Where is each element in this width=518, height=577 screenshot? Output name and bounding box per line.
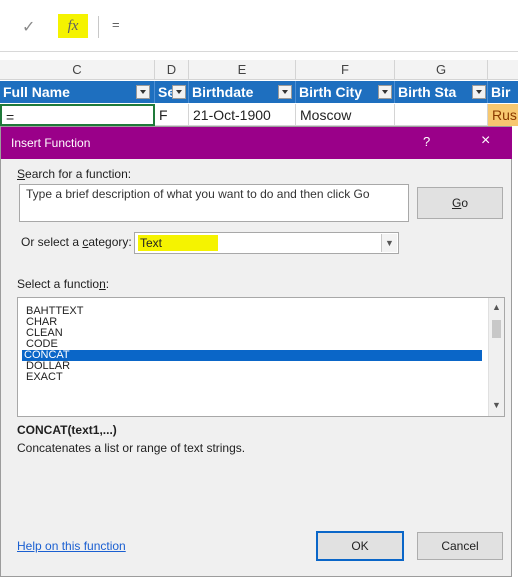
help-icon[interactable]: ? (423, 134, 430, 149)
table-cell[interactable] (395, 104, 488, 126)
filter-dropdown-icon[interactable] (136, 85, 150, 99)
chevron-down-icon[interactable]: ▼ (381, 234, 397, 252)
function-signature: CONCAT(text1,...) (17, 423, 117, 437)
dialog-title-bar[interactable]: Insert Function ? × (1, 127, 512, 159)
search-label-accelerator: S (17, 167, 26, 181)
formula-input[interactable]: = (112, 17, 120, 32)
close-icon[interactable]: × (481, 132, 490, 150)
select-label-text: : (105, 277, 110, 291)
checkmark-icon[interactable]: ✓ (22, 18, 44, 36)
list-item[interactable]: CLEAN (24, 328, 484, 339)
list-item[interactable]: DOLLAR (24, 361, 484, 372)
column-header-h[interactable] (488, 60, 518, 80)
list-item-selected[interactable]: CONCAT (22, 350, 482, 361)
filter-dropdown-icon[interactable] (472, 85, 486, 99)
search-label-text: earch for a function: (25, 167, 132, 181)
formula-bar-separator (98, 16, 99, 38)
list-item[interactable]: CODE (24, 339, 484, 350)
category-selected-value: Text (138, 235, 218, 251)
table-header-row: Full Name Se Birthdate Birth City Birth … (0, 81, 518, 103)
go-accelerator: G (451, 196, 462, 210)
select-label-accelerator: n (99, 277, 106, 291)
header-label: Full Name (3, 84, 70, 100)
header-label: Bir (491, 84, 511, 100)
column-header-e[interactable]: E (189, 60, 296, 80)
insert-function-fx-button[interactable]: fx (58, 14, 88, 38)
table-cell[interactable]: F (155, 104, 189, 126)
scrollbar-thumb[interactable] (492, 320, 501, 338)
function-list[interactable]: BAHTTEXT CHAR CLEAN CODE CONCAT DOLLAR E… (17, 297, 505, 417)
list-scrollbar[interactable]: ▲ ▼ (488, 298, 504, 416)
help-link[interactable]: Help on this function (17, 539, 126, 553)
go-button[interactable]: Go (417, 187, 503, 219)
ok-button[interactable]: OK (316, 531, 404, 561)
column-header-c[interactable]: C (0, 60, 155, 80)
header-label: Birth City (299, 84, 362, 100)
search-label: Search for a function: (17, 167, 131, 181)
filter-dropdown-icon[interactable] (378, 85, 392, 99)
list-item[interactable]: BAHTTEXT (24, 306, 484, 317)
list-item[interactable]: EXACT (24, 372, 484, 383)
column-header-row: C D E F G (0, 60, 518, 80)
column-header-g[interactable]: G (395, 60, 488, 80)
table-cell[interactable]: 21-Oct-1900 (189, 104, 296, 126)
category-label: Or select a category: (21, 235, 132, 249)
header-label: Birthdate (192, 84, 254, 100)
list-item[interactable]: CHAR (24, 317, 484, 328)
header-label: Birth Sta (398, 84, 457, 100)
formula-bar: ✓ fx = (0, 0, 518, 52)
table-cell[interactable]: Rus (488, 104, 518, 126)
search-input[interactable]: Type a brief description of what you wan… (19, 184, 409, 222)
category-label-text: ategory: (88, 235, 132, 249)
scroll-up-icon[interactable]: ▲ (492, 302, 501, 312)
column-header-f[interactable]: F (296, 60, 395, 80)
category-select[interactable]: Text ▼ (134, 232, 399, 254)
function-description: Concatenates a list or range of text str… (17, 441, 246, 455)
insert-function-dialog: Insert Function ? × Search for a functio… (0, 126, 512, 577)
header-cell-birth-country[interactable]: Bir (488, 81, 518, 103)
select-function-label: Select a function: (17, 277, 109, 291)
filter-dropdown-icon[interactable] (278, 85, 292, 99)
cancel-button[interactable]: Cancel (417, 532, 503, 560)
filter-dropdown-icon[interactable] (172, 85, 186, 99)
select-label-text: Select a functio (17, 277, 100, 291)
scroll-down-icon[interactable]: ▼ (492, 400, 501, 410)
table-cell[interactable]: Moscow (296, 104, 395, 126)
header-cell-full-name[interactable]: Full Name (0, 81, 155, 103)
column-header-d[interactable]: D (155, 60, 189, 80)
table-row: = F 21-Oct-1900 Moscow Rus (0, 104, 518, 126)
active-cell[interactable]: = (0, 104, 155, 126)
dialog-title: Insert Function (11, 136, 91, 150)
category-label-text: Or select a (21, 235, 83, 249)
go-label: o (461, 196, 469, 210)
